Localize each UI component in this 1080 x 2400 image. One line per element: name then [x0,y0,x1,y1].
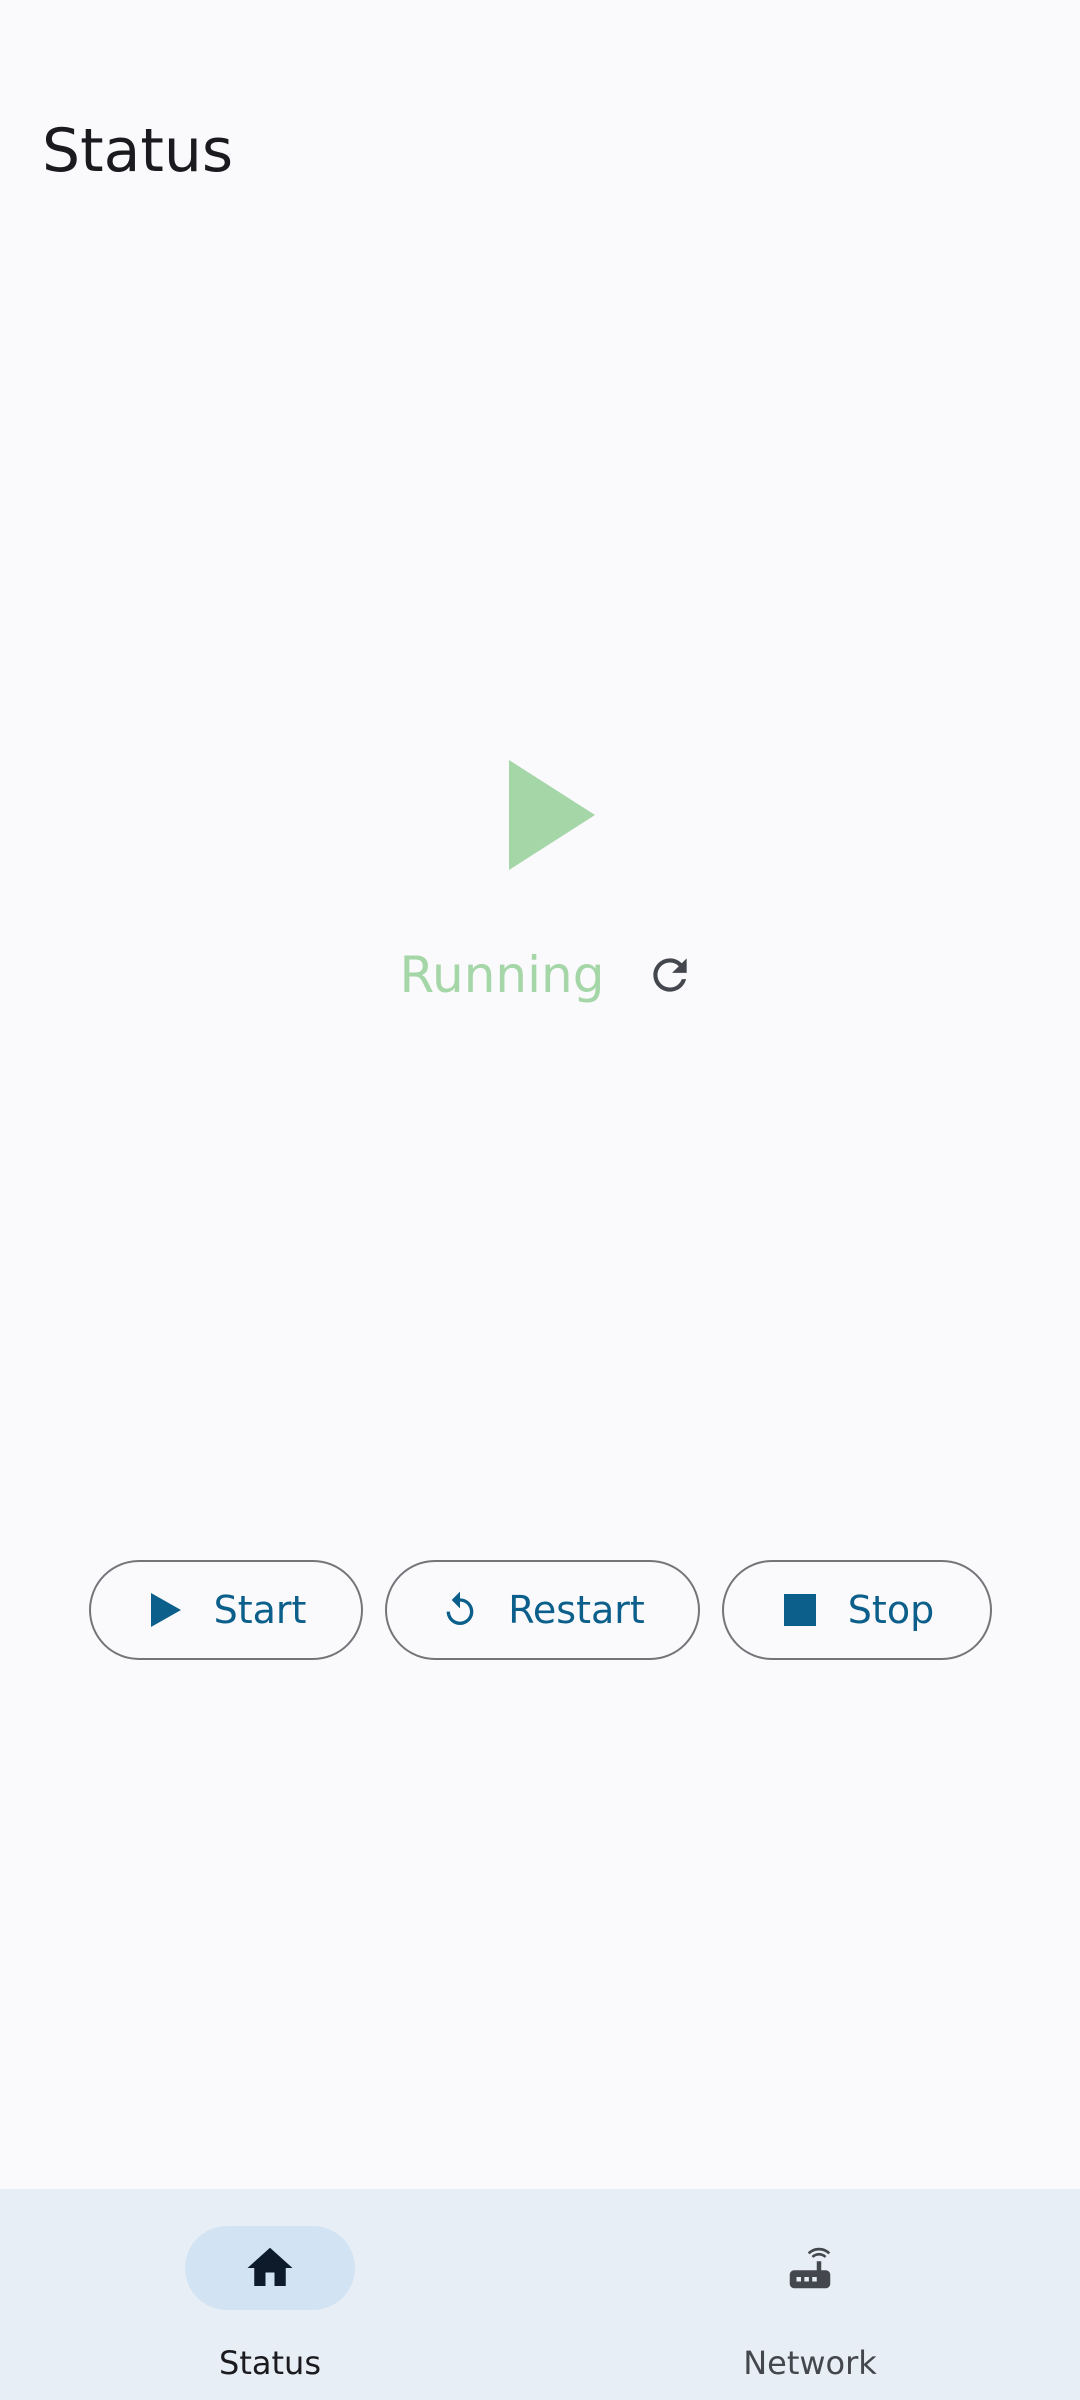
nav-indicator [185,2226,355,2310]
router-icon [789,2247,831,2289]
bottom-navigation: Status Network [0,2189,1080,2400]
start-button[interactable]: Start [89,1560,363,1660]
stop-icon [780,1590,820,1630]
restart-button-label: Restart [508,1588,645,1632]
nav-item-status-label: Status [219,2344,321,2382]
stop-button[interactable]: Stop [722,1560,992,1660]
home-icon [247,2247,293,2286]
page-title: Status [42,116,234,186]
restart-icon [440,1590,480,1630]
refresh-button[interactable] [640,945,700,1005]
nav-item-network[interactable]: Network [540,2189,1080,2400]
status-row: Running [0,935,1080,1015]
status-text: Running [399,946,605,1004]
nav-item-status[interactable]: Status [0,2189,540,2400]
restart-button[interactable]: Restart [385,1560,700,1660]
refresh-icon [653,958,688,992]
play-icon [146,1590,186,1630]
play-triangle-icon [509,760,595,870]
nav-item-network-label: Network [743,2344,877,2382]
start-button-label: Start [213,1588,307,1632]
nav-indicator-network [725,2226,895,2310]
stop-button-label: Stop [847,1588,935,1632]
